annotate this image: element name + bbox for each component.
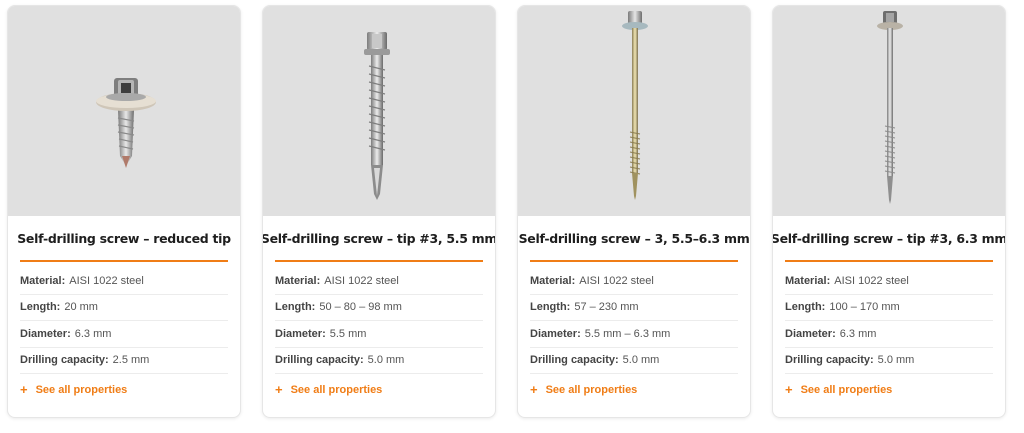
property-label: Length: bbox=[530, 301, 571, 314]
see-all-properties-link[interactable]: + See all properties bbox=[275, 382, 483, 397]
property-value: 5.5 mm – 6.3 mm bbox=[584, 327, 671, 340]
property-label: Diameter: bbox=[785, 327, 836, 340]
property-row: Diameter: 5.5 mm bbox=[275, 321, 483, 348]
property-label: Length: bbox=[20, 301, 61, 314]
plus-icon: + bbox=[275, 382, 283, 397]
property-label: Diameter: bbox=[275, 327, 326, 340]
property-value: 20 mm bbox=[64, 301, 98, 314]
property-label: Material: bbox=[785, 274, 831, 287]
property-value: AISI 1022 steel bbox=[324, 274, 399, 287]
property-row: Material: AISI 1022 steel bbox=[275, 268, 483, 295]
product-grid: Self-drilling screw – reduced tip Materi… bbox=[0, 0, 1024, 433]
property-row: Diameter: 5.5 mm – 6.3 mm bbox=[530, 321, 738, 348]
property-row: Length: 50 – 80 – 98 mm bbox=[275, 295, 483, 321]
product-image[interactable] bbox=[8, 6, 240, 216]
property-list: Material: AISI 1022 steel Length: 100 – 17… bbox=[785, 268, 993, 374]
property-row: Length: 20 mm bbox=[20, 295, 228, 321]
property-list: Material: AISI 1022 steel Length: 57 – 230… bbox=[530, 268, 738, 374]
property-row: Drilling capacity: 2.5 mm bbox=[20, 348, 228, 374]
link-label: See all properties bbox=[545, 383, 638, 396]
plus-icon: + bbox=[785, 382, 793, 397]
long-screw-with-washer-icon bbox=[622, 11, 648, 200]
property-value: AISI 1022 steel bbox=[69, 274, 144, 287]
property-list: Material: AISI 1022 steel Length: 20 mm Di… bbox=[20, 268, 228, 374]
property-label: Drilling capacity: bbox=[530, 354, 619, 367]
property-label: Material: bbox=[20, 274, 66, 287]
hex-head-screw-icon bbox=[364, 32, 390, 200]
product-card[interactable]: Self-drilling screw – reduced tip Materi… bbox=[7, 5, 241, 418]
property-label: Material: bbox=[530, 274, 576, 287]
property-list: Material: AISI 1022 steel Length: 50 – 80 … bbox=[275, 268, 483, 374]
property-value: 6.3 mm bbox=[74, 327, 112, 340]
link-label: See all properties bbox=[800, 383, 893, 396]
property-value: 100 – 170 mm bbox=[829, 301, 900, 314]
property-value: 5.5 mm bbox=[329, 327, 367, 340]
property-value: 2.5 mm bbox=[112, 354, 150, 367]
see-all-properties-link[interactable]: + See all properties bbox=[20, 382, 228, 397]
property-row: Material: AISI 1022 steel bbox=[530, 268, 738, 295]
property-row: Material: AISI 1022 steel bbox=[785, 268, 993, 295]
product-card[interactable]: Self-drilling screw – 3, 5.5–6.3 mm Mate… bbox=[517, 5, 751, 418]
property-value: 5.0 mm bbox=[877, 354, 915, 367]
property-label: Diameter: bbox=[20, 327, 71, 340]
property-value: 57 – 230 mm bbox=[574, 301, 639, 314]
property-value: AISI 1022 steel bbox=[834, 274, 909, 287]
product-title[interactable]: Self-drilling screw – tip #3, 5.5 mm bbox=[263, 216, 495, 262]
product-card[interactable]: Self-drilling screw – tip #3, 5.5 mm Mat… bbox=[262, 5, 496, 418]
property-label: Drilling capacity: bbox=[20, 354, 109, 367]
short-screw-with-washer-icon bbox=[96, 78, 156, 168]
property-value: 5.0 mm bbox=[622, 354, 660, 367]
plus-icon: + bbox=[20, 382, 28, 397]
long-screw-with-washer-icon bbox=[877, 11, 903, 204]
product-title[interactable]: Self-drilling screw – tip #3, 6.3 mm bbox=[773, 216, 1005, 262]
property-row: Length: 57 – 230 mm bbox=[530, 295, 738, 321]
property-row: Drilling capacity: 5.0 mm bbox=[785, 348, 993, 374]
link-label: See all properties bbox=[290, 383, 383, 396]
property-value: 50 – 80 – 98 mm bbox=[319, 301, 402, 314]
property-row: Diameter: 6.3 mm bbox=[20, 321, 228, 348]
property-label: Drilling capacity: bbox=[785, 354, 874, 367]
product-title[interactable]: Self-drilling screw – 3, 5.5–6.3 mm bbox=[519, 216, 750, 262]
product-image[interactable] bbox=[263, 6, 495, 216]
link-label: See all properties bbox=[35, 383, 128, 396]
property-label: Length: bbox=[275, 301, 316, 314]
property-label: Length: bbox=[785, 301, 826, 314]
property-row: Material: AISI 1022 steel bbox=[20, 268, 228, 295]
property-label: Drilling capacity: bbox=[275, 354, 364, 367]
property-label: Material: bbox=[275, 274, 321, 287]
property-value: 5.0 mm bbox=[367, 354, 405, 367]
product-image[interactable] bbox=[518, 6, 750, 216]
see-all-properties-link[interactable]: + See all properties bbox=[530, 382, 738, 397]
property-row: Length: 100 – 170 mm bbox=[785, 295, 993, 321]
see-all-properties-link[interactable]: + See all properties bbox=[785, 382, 993, 397]
property-row: Drilling capacity: 5.0 mm bbox=[275, 348, 483, 374]
product-card[interactable]: Self-drilling screw – tip #3, 6.3 mm Mat… bbox=[772, 5, 1006, 418]
property-label: Diameter: bbox=[530, 327, 581, 340]
property-value: 6.3 mm bbox=[839, 327, 877, 340]
property-row: Drilling capacity: 5.0 mm bbox=[530, 348, 738, 374]
product-image[interactable] bbox=[773, 6, 1005, 216]
property-row: Diameter: 6.3 mm bbox=[785, 321, 993, 348]
property-value: AISI 1022 steel bbox=[579, 274, 654, 287]
product-title[interactable]: Self-drilling screw – reduced tip bbox=[17, 216, 231, 262]
plus-icon: + bbox=[530, 382, 538, 397]
